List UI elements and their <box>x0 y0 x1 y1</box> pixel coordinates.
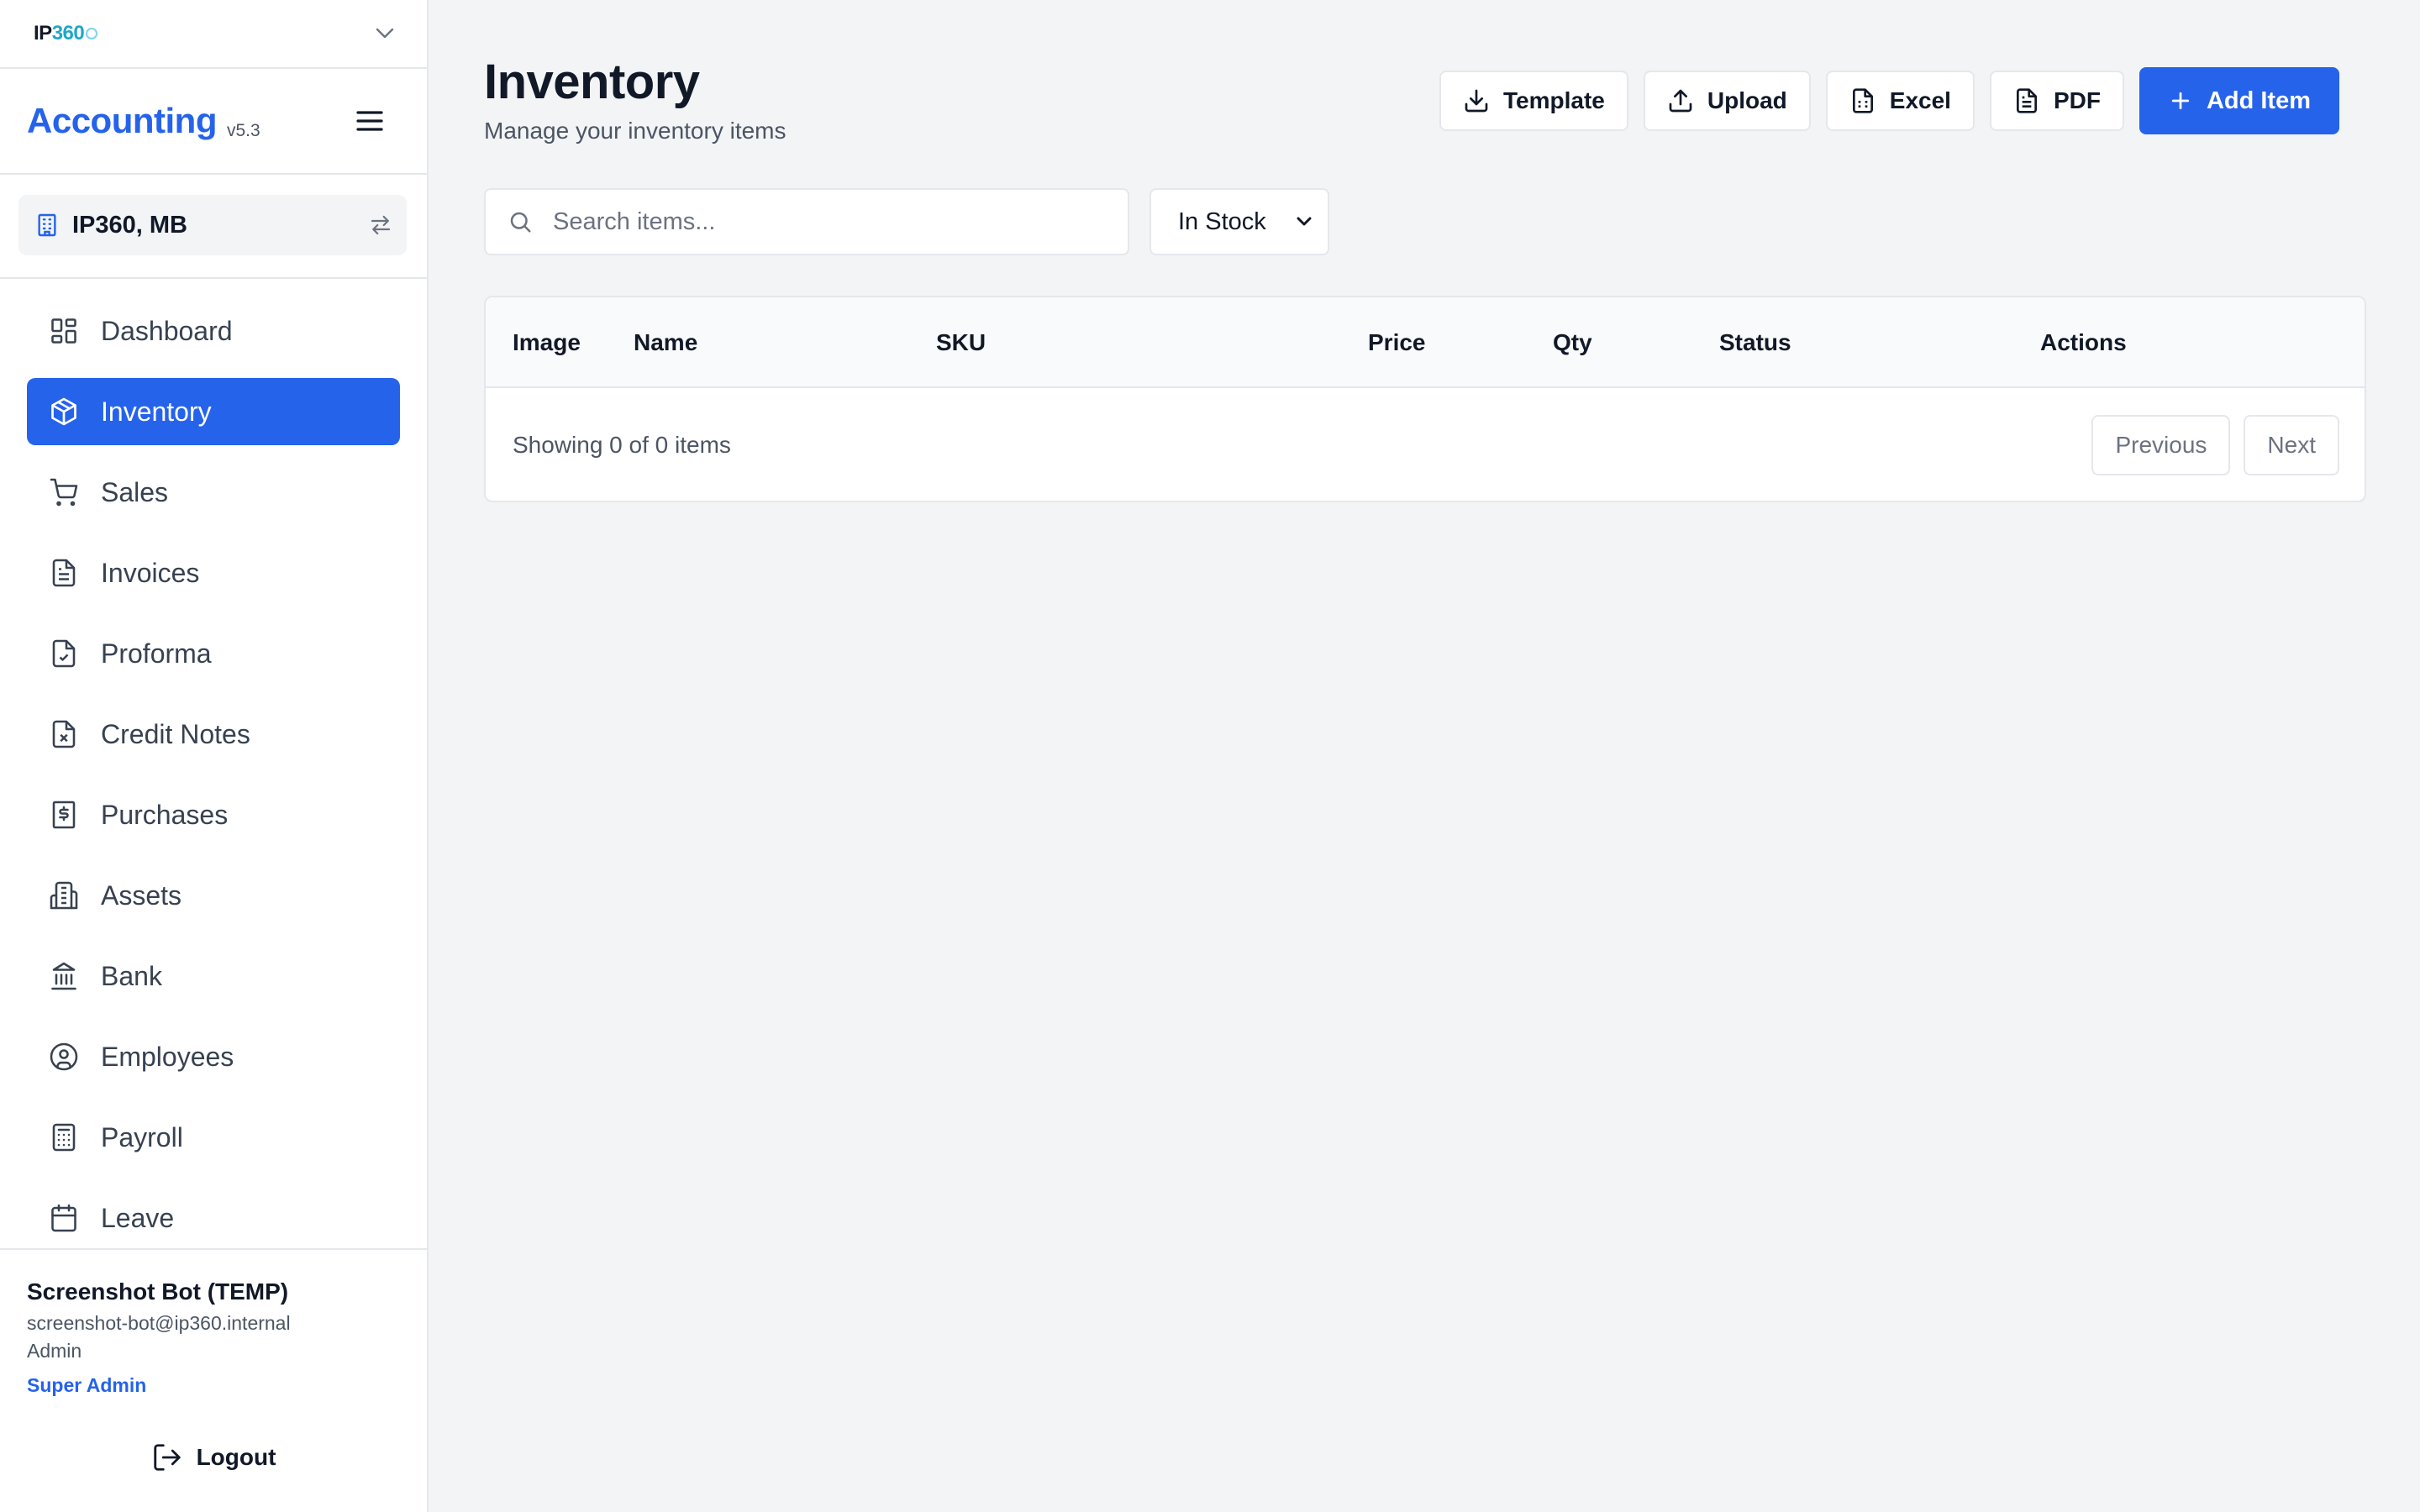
upload-icon <box>1667 87 1694 114</box>
table-footer: Showing 0 of 0 items Previous Next <box>486 388 2365 501</box>
chevron-down-icon <box>1296 216 1313 228</box>
sidebar-item-label: Assets <box>101 879 182 911</box>
sidebar-item-sales[interactable]: Sales <box>27 459 400 526</box>
calculator-icon <box>47 1121 81 1154</box>
box-icon <box>47 395 81 428</box>
calendar-icon <box>47 1201 81 1235</box>
user-badge: Super Admin <box>27 1374 147 1396</box>
search-icon <box>508 209 533 234</box>
dashboard-icon <box>47 314 81 348</box>
column-header-sku[interactable]: SKU <box>936 329 986 356</box>
toolbar: Template Upload Excel PDF Add Item <box>1424 67 2339 134</box>
user-email: screenshot-bot@ip360.internal <box>27 1312 291 1334</box>
sidebar-item-label: Credit Notes <box>101 718 250 749</box>
download-icon <box>1463 87 1490 114</box>
add-item-button[interactable]: Add Item <box>2139 67 2339 134</box>
template-button[interactable]: Template <box>1439 71 1628 131</box>
table-header: Image Name SKU Price Qty Status Actions <box>486 297 2365 388</box>
menu-toggle-icon[interactable] <box>351 102 388 139</box>
stock-filter-value: In Stock <box>1178 207 1266 235</box>
column-header-price[interactable]: Price <box>1368 329 1426 356</box>
logout-button[interactable]: Logout <box>138 1434 289 1481</box>
export-excel-button[interactable]: Excel <box>1825 71 1975 131</box>
building-icon <box>47 879 81 912</box>
file-x-icon <box>47 717 81 751</box>
stock-filter-select[interactable]: In Stock <box>1150 188 1329 255</box>
pagination: Previous Next <box>2078 415 2339 475</box>
export-pdf-button[interactable]: PDF <box>1989 71 2124 131</box>
file-check-icon <box>47 637 81 670</box>
ip360-logo: IP 360 <box>34 22 98 45</box>
column-header-name[interactable]: Name <box>634 329 697 356</box>
sidebar-item-assets[interactable]: Assets <box>27 862 400 929</box>
sidebar-item-label: Leave <box>101 1202 175 1233</box>
column-header-qty[interactable]: Qty <box>1553 329 1592 356</box>
sidebar-brand: Accounting v5.3 <box>0 69 427 175</box>
file-text-icon <box>47 556 81 590</box>
user-circle-icon <box>47 1040 81 1074</box>
company-name: IP360, MB <box>72 211 187 239</box>
swap-arrows-icon[interactable] <box>368 213 393 238</box>
pagination-summary: Showing 0 of 0 items <box>513 432 731 458</box>
sidebar-nav: Dashboard Inventory Sales Invoices Profo… <box>0 279 427 1252</box>
logout-icon <box>151 1441 183 1473</box>
sidebar-item-label: Payroll <box>101 1121 183 1152</box>
sidebar-item-leave[interactable]: Leave <box>27 1184 400 1252</box>
next-page-button[interactable]: Next <box>2244 415 2339 475</box>
sidebar-item-label: Dashboard <box>101 315 233 346</box>
file-text-icon <box>2013 87 2040 114</box>
logo-ring-icon <box>86 28 98 39</box>
sidebar-item-label: Proforma <box>101 638 212 669</box>
cart-icon <box>47 475 81 509</box>
sidebar-item-employees[interactable]: Employees <box>27 1023 400 1090</box>
search-box <box>484 188 1129 255</box>
upload-button[interactable]: Upload <box>1643 71 1811 131</box>
inventory-table: Image Name SKU Price Qty Status Actions … <box>484 296 2366 502</box>
plus-icon <box>2168 88 2193 113</box>
file-spreadsheet-icon <box>1849 87 1876 114</box>
user-role: Admin <box>27 1340 82 1362</box>
sidebar-item-dashboard[interactable]: Dashboard <box>27 297 400 365</box>
sidebar-item-bank[interactable]: Bank <box>27 942 400 1010</box>
app-switcher[interactable]: IP 360 <box>0 0 427 69</box>
column-header-actions: Actions <box>2040 329 2127 355</box>
sidebar-item-label: Purchases <box>101 799 229 830</box>
sidebar-item-invoices[interactable]: Invoices <box>27 539 400 606</box>
bank-icon <box>47 959 81 993</box>
column-header-status[interactable]: Status <box>1719 329 1791 356</box>
main-content: Inventory Manage your inventory items Te… <box>430 0 2420 1512</box>
sidebar-item-payroll[interactable]: Payroll <box>27 1104 400 1171</box>
sidebar-item-credit-notes[interactable]: Credit Notes <box>27 701 400 768</box>
previous-page-button[interactable]: Previous <box>2091 415 2231 475</box>
sidebar-item-purchases[interactable]: Purchases <box>27 781 400 848</box>
receipt-icon <box>47 798 81 832</box>
column-header-image[interactable]: Image <box>513 329 581 356</box>
logout-label: Logout <box>196 1444 276 1470</box>
sidebar-item-label: Employees <box>101 1041 234 1072</box>
app-root: IP 360 Accounting v5.3 IP360, MB Dashboa… <box>0 0 2420 1512</box>
page-subtitle: Manage your inventory items <box>484 118 786 144</box>
user-panel: Screenshot Bot (TEMP) screenshot-bot@ip3… <box>0 1248 427 1512</box>
brand-version: v5.3 <box>226 121 260 140</box>
sidebar: IP 360 Accounting v5.3 IP360, MB Dashboa… <box>0 0 429 1512</box>
sidebar-item-proforma[interactable]: Proforma <box>27 620 400 687</box>
brand-name: Accounting <box>27 101 217 140</box>
chevron-down-icon[interactable] <box>368 17 402 50</box>
sidebar-item-label: Bank <box>101 960 162 991</box>
sidebar-item-label: Invoices <box>101 557 200 588</box>
company-switcher[interactable]: IP360, MB <box>18 195 407 255</box>
sidebar-item-label: Inventory <box>101 396 212 427</box>
page-title: Inventory <box>484 55 700 109</box>
search-input[interactable] <box>551 207 1106 237</box>
user-name: Screenshot Bot (TEMP) <box>27 1278 289 1305</box>
sidebar-item-inventory[interactable]: Inventory <box>27 378 400 445</box>
building-icon <box>34 212 60 239</box>
sidebar-item-label: Sales <box>101 476 169 507</box>
